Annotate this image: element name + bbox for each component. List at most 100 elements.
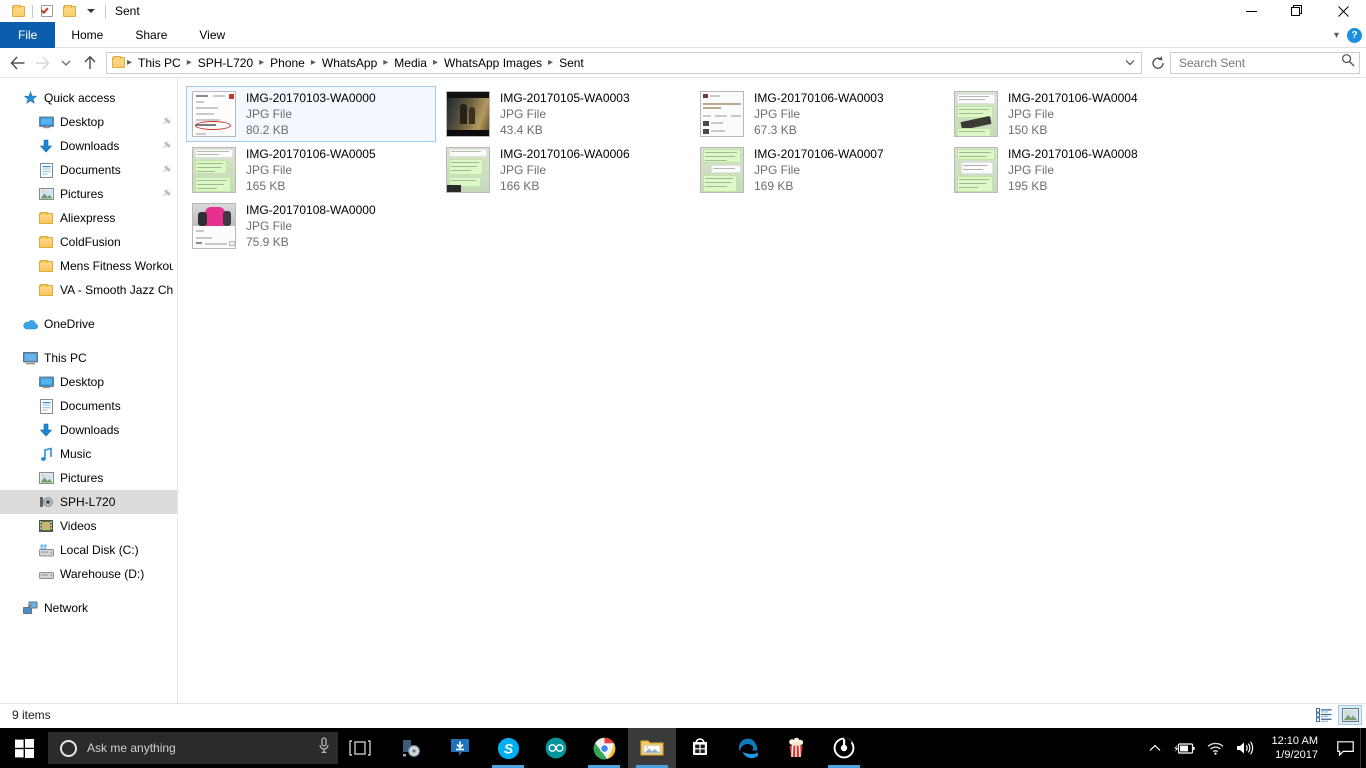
minimize-button[interactable] <box>1228 0 1274 22</box>
sidebar-item-sph-l720[interactable]: SPH-L720 <box>0 490 177 514</box>
sidebar-item-downloads[interactable]: Downloads <box>0 418 177 442</box>
tab-view[interactable]: View <box>183 22 241 48</box>
sidebar-item-smooth-jazz[interactable]: VA - Smooth Jazz Chill ( <box>0 278 177 302</box>
taskbar-app-ccleaner[interactable] <box>820 728 868 768</box>
up-button[interactable] <box>78 51 102 75</box>
show-hidden-icons-chevron-icon[interactable] <box>1143 728 1167 768</box>
search-box[interactable] <box>1170 52 1360 74</box>
breadcrumb-item-whatsapp-images[interactable]: WhatsApp Images <box>439 53 547 73</box>
breadcrumb-item-whatsapp[interactable]: WhatsApp <box>317 53 382 73</box>
taskbar-app-arduino[interactable] <box>532 728 580 768</box>
file-item[interactable]: IMG-20170106-WA0007 JPG File 169 KB <box>694 142 944 198</box>
breadcrumb-item-sent[interactable]: Sent <box>554 53 589 73</box>
sidebar-item-this-pc[interactable]: This PC <box>0 346 177 370</box>
forward-button[interactable] <box>30 51 54 75</box>
file-item[interactable]: IMG-20170106-WA0008 JPG File 195 KB <box>948 142 1198 198</box>
sidebar-item-desktop-qa[interactable]: Desktop <box>0 110 177 134</box>
restore-button[interactable] <box>1274 0 1320 22</box>
wifi-icon[interactable] <box>1201 728 1230 768</box>
cortana-search-box[interactable]: Ask me anything <box>48 732 338 764</box>
taskbar-app-store[interactable] <box>676 728 724 768</box>
pin-icon[interactable] <box>162 115 173 129</box>
sidebar-item-onedrive[interactable]: OneDrive <box>0 312 177 336</box>
volume-icon[interactable] <box>1230 728 1260 768</box>
breadcrumb-separator[interactable]: ▸ <box>547 57 554 68</box>
qat-divider-2 <box>105 5 106 18</box>
file-item[interactable]: IMG-20170103-WA0000 JPG File 80.2 KB <box>186 86 436 142</box>
pin-icon[interactable] <box>162 163 173 177</box>
chevron-down-icon[interactable]: ▾ <box>1334 30 1339 41</box>
file-list-pane[interactable]: IMG-20170103-WA0000 JPG File 80.2 KB <box>178 78 1366 703</box>
file-item[interactable]: IMG-20170108-WA0000 JPG File 75.9 KB <box>186 198 436 254</box>
taskbar-app-edge[interactable] <box>724 728 772 768</box>
file-item[interactable]: IMG-20170105-WA0003 JPG File 43.4 KB <box>440 86 690 142</box>
taskbar-app-popcorn-time[interactable] <box>772 728 820 768</box>
taskbar-app-file-explorer[interactable] <box>628 728 676 768</box>
breadcrumb-item-sph-l720[interactable]: SPH-L720 <box>193 53 258 73</box>
sidebar-item-pictures[interactable]: Pictures <box>0 466 177 490</box>
file-item[interactable]: IMG-20170106-WA0006 JPG File 166 KB <box>440 142 690 198</box>
start-button[interactable] <box>0 728 48 768</box>
search-icon[interactable] <box>1341 53 1355 72</box>
sidebar-item-quick-access[interactable]: Quick access <box>0 86 177 110</box>
refresh-button[interactable] <box>1146 51 1170 75</box>
battery-charging-icon[interactable] <box>1167 728 1201 768</box>
file-item[interactable]: IMG-20170106-WA0005 JPG File 165 KB <box>186 142 436 198</box>
navigation-pane[interactable]: Quick access Desktop Downloads <box>0 78 178 703</box>
microphone-icon[interactable] <box>318 737 330 759</box>
sidebar-item-aliexpress[interactable]: Aliexpress <box>0 206 177 230</box>
sidebar-item-coldfusion[interactable]: ColdFusion <box>0 230 177 254</box>
file-item[interactable]: IMG-20170106-WA0004 JPG File 150 KB <box>948 86 1198 142</box>
help-icon[interactable]: ? <box>1347 28 1362 43</box>
sidebar-item-warehouse-d[interactable]: Warehouse (D:) <box>0 562 177 586</box>
sidebar-item-pictures-qa[interactable]: Pictures <box>0 182 177 206</box>
sidebar-item-documents-qa[interactable]: Documents <box>0 158 177 182</box>
file-item[interactable]: IMG-20170106-WA0003 JPG File 67.3 KB <box>694 86 944 142</box>
sidebar-item-mens-fitness[interactable]: Mens Fitness Workout I <box>0 254 177 278</box>
breadcrumb-item-this-pc[interactable]: This PC <box>133 53 186 73</box>
taskbar-app-daemon-tools[interactable] <box>388 728 436 768</box>
sidebar-item-documents[interactable]: Documents <box>0 394 177 418</box>
sidebar-item-music[interactable]: Music <box>0 442 177 466</box>
large-icons-view-button[interactable] <box>1338 705 1362 725</box>
back-button[interactable] <box>6 51 30 75</box>
sidebar-item-local-disk-c[interactable]: Local Disk (C:) <box>0 538 177 562</box>
taskbar-app-skype[interactable]: S <box>484 728 532 768</box>
breadcrumb-separator[interactable]: ▸ <box>258 57 265 68</box>
clock[interactable]: 12:10 AM 1/9/2017 <box>1260 728 1330 768</box>
breadcrumb-separator[interactable]: ▸ <box>186 57 193 68</box>
task-view-button[interactable] <box>338 728 382 768</box>
sidebar-label: Videos <box>60 519 96 533</box>
recent-locations-button[interactable] <box>54 51 78 75</box>
tab-share[interactable]: Share <box>119 22 183 48</box>
status-bar: 9 items <box>0 703 1366 726</box>
tab-file[interactable]: File <box>0 22 55 48</box>
breadcrumb-dropdown-icon[interactable] <box>1121 53 1139 73</box>
sidebar-item-videos[interactable]: Videos <box>0 514 177 538</box>
breadcrumb-item-media[interactable]: Media <box>389 53 432 73</box>
new-folder-icon[interactable] <box>58 0 80 22</box>
breadcrumb-bar[interactable]: ▸ This PC ▸ SPH-L720 ▸ Phone ▸ WhatsApp … <box>106 52 1142 74</box>
thumbnail <box>444 90 492 138</box>
details-view-button[interactable] <box>1312 705 1336 725</box>
sidebar-item-desktop[interactable]: Desktop <box>0 370 177 394</box>
file-name: IMG-20170103-WA0000 <box>246 90 376 106</box>
taskbar-app-download-manager[interactable] <box>436 728 484 768</box>
sidebar-item-network[interactable]: Network <box>0 596 177 620</box>
sidebar-item-downloads-qa[interactable]: Downloads <box>0 134 177 158</box>
desktop-icon <box>38 114 54 130</box>
search-input[interactable] <box>1179 56 1341 70</box>
customize-quick-access-dropdown-icon[interactable] <box>80 0 102 22</box>
taskbar-app-chrome[interactable] <box>580 728 628 768</box>
close-button[interactable] <box>1320 0 1366 22</box>
breadcrumb-separator[interactable]: ▸ <box>382 57 389 68</box>
properties-icon[interactable] <box>36 0 58 22</box>
breadcrumb-separator[interactable]: ▸ <box>310 57 317 68</box>
tab-home[interactable]: Home <box>55 22 119 48</box>
breadcrumb-item-phone[interactable]: Phone <box>265 53 310 73</box>
breadcrumb-separator[interactable]: ▸ <box>432 57 439 68</box>
show-desktop-button[interactable] <box>1360 728 1366 768</box>
action-center-icon[interactable] <box>1330 728 1360 768</box>
pin-icon[interactable] <box>162 139 173 153</box>
pin-icon[interactable] <box>162 187 173 201</box>
